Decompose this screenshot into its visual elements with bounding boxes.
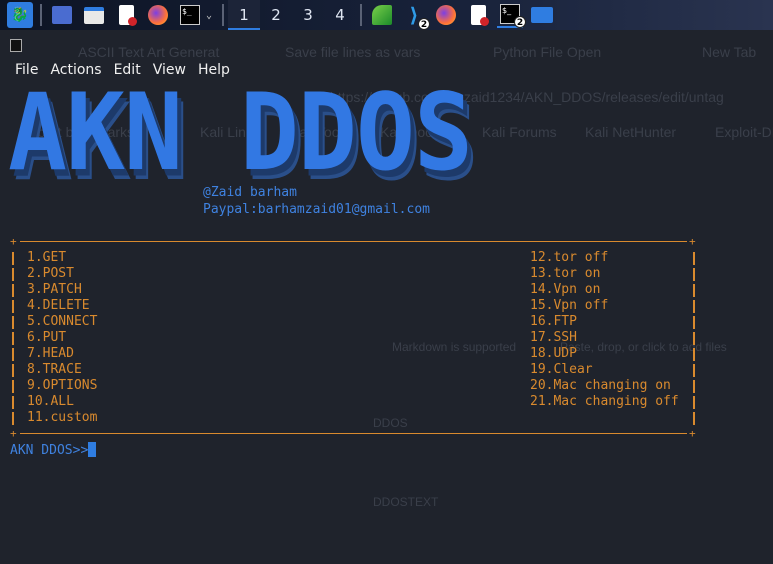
- menu-option: 13.tor on: [530, 266, 601, 281]
- box-right-border: [693, 284, 695, 297]
- terminal-prompt[interactable]: AKN DDOS>>: [10, 442, 97, 458]
- box-top-border: [20, 241, 687, 242]
- box-left-border: [12, 316, 14, 329]
- kali-menu-button[interactable]: 🐉: [7, 2, 33, 28]
- box-right-border: [693, 252, 695, 265]
- box-right-border: [693, 332, 695, 345]
- box-left-border: [12, 300, 14, 313]
- box-right-border: [693, 348, 695, 361]
- menu-option: 4.DELETE: [27, 298, 90, 313]
- menu-option: 12.tor off: [530, 250, 609, 265]
- menu-option: 20.Mac changing on: [530, 378, 671, 393]
- box-left-border: [12, 268, 14, 281]
- box-right-border: [693, 412, 695, 425]
- taskbar-separator: [222, 4, 224, 26]
- workspace-2[interactable]: 2: [260, 0, 292, 30]
- box-corner: +: [10, 235, 17, 248]
- workspace-3[interactable]: 3: [292, 0, 324, 30]
- box-left-border: [12, 412, 14, 425]
- box-right-border: [693, 300, 695, 313]
- folder-icon[interactable]: [529, 2, 555, 28]
- box-left-border: [12, 396, 14, 409]
- menu-option: 9.OPTIONS: [27, 378, 98, 393]
- ghost-bookmark: Kali NetHunter: [585, 124, 677, 140]
- ghost-field: DDOSTEXT: [373, 495, 439, 509]
- box-left-border: [12, 348, 14, 361]
- workspace-1[interactable]: 1: [228, 0, 260, 30]
- menu-option: 7.HEAD: [27, 346, 74, 361]
- text-editor-window-icon[interactable]: [465, 2, 491, 28]
- menu-option: 16.FTP: [530, 314, 577, 329]
- box-left-border: [12, 284, 14, 297]
- box-left-border: [12, 380, 14, 393]
- file-manager-icon[interactable]: [81, 2, 107, 28]
- menu-option: 8.TRACE: [27, 362, 82, 377]
- box-corner: +: [10, 427, 17, 440]
- menu-option: 15.Vpn off: [530, 298, 609, 313]
- cursor: [88, 442, 97, 457]
- ghost-bookmark: Exploit-DB: [715, 124, 773, 140]
- box-right-border: [693, 316, 695, 329]
- box-right-border: [693, 364, 695, 377]
- ghost-hint: Markdown is supported: [392, 340, 517, 354]
- menu-option: 10.ALL: [27, 394, 74, 409]
- firefox-window-icon[interactable]: [433, 2, 459, 28]
- taskbar-separator: [40, 4, 42, 26]
- menu-option: 2.POST: [27, 266, 74, 281]
- menu-option: 14.Vpn on: [530, 282, 601, 297]
- menu-option: 18.UDP: [530, 346, 577, 361]
- menu-option: 11.custom: [27, 410, 98, 425]
- box-corner: +: [689, 235, 696, 248]
- vscode-icon[interactable]: ⟩ 2: [401, 2, 430, 30]
- prompt-text: AKN DDOS>>: [10, 443, 89, 458]
- box-right-border: [693, 268, 695, 281]
- terminal-window-icon[interactable]: $_ 2: [497, 2, 526, 28]
- vscode-badge: 2: [418, 18, 430, 30]
- box-right-border: [693, 396, 695, 409]
- box-left-border: [12, 332, 14, 345]
- author-credit: @Zaid barham: [203, 185, 297, 200]
- terminal-titlebar[interactable]: [0, 30, 773, 62]
- box-right-border: [693, 380, 695, 393]
- firefox-icon[interactable]: [145, 2, 171, 28]
- box-left-border: [12, 364, 14, 377]
- taskbar-separator: [360, 4, 362, 26]
- menu-option: 1.GET: [27, 250, 67, 265]
- menu-option: 21.Mac changing off: [530, 394, 679, 409]
- box-bottom-border: [20, 433, 687, 434]
- workspace-4[interactable]: 4: [324, 0, 356, 30]
- chevron-down-icon[interactable]: ⌄: [206, 10, 218, 21]
- box-corner: +: [689, 427, 696, 440]
- terminal-badge: 2: [514, 16, 526, 28]
- taskbar: 🐉 $_ ⌄ 1 2 3 4 ⟩ 2 $_ 2: [0, 0, 773, 30]
- terminal-icon[interactable]: $_: [177, 2, 203, 28]
- menu-option: 17.SSH: [530, 330, 577, 345]
- menu-option: 6.PUT: [27, 330, 67, 345]
- paypal-credit: Paypal:barhamzaid01@gmail.com: [203, 202, 430, 217]
- ghost-field: DDOS: [373, 416, 408, 430]
- ghost-hint: Paste, drop, or click to add files: [560, 340, 727, 354]
- wireshark-icon[interactable]: [369, 2, 395, 28]
- menu-option: 5.CONNECT: [27, 314, 98, 329]
- menu-option: 3.PATCH: [27, 282, 82, 297]
- box-left-border: [12, 252, 14, 265]
- ascii-banner: AKN DDOS: [8, 72, 473, 196]
- show-desktop-icon[interactable]: [49, 2, 75, 28]
- terminal-window-icon: [10, 39, 22, 52]
- text-editor-icon[interactable]: [113, 2, 139, 28]
- menu-option: 19.Clear: [530, 362, 593, 377]
- ghost-bookmark: Kali Forums: [482, 124, 557, 140]
